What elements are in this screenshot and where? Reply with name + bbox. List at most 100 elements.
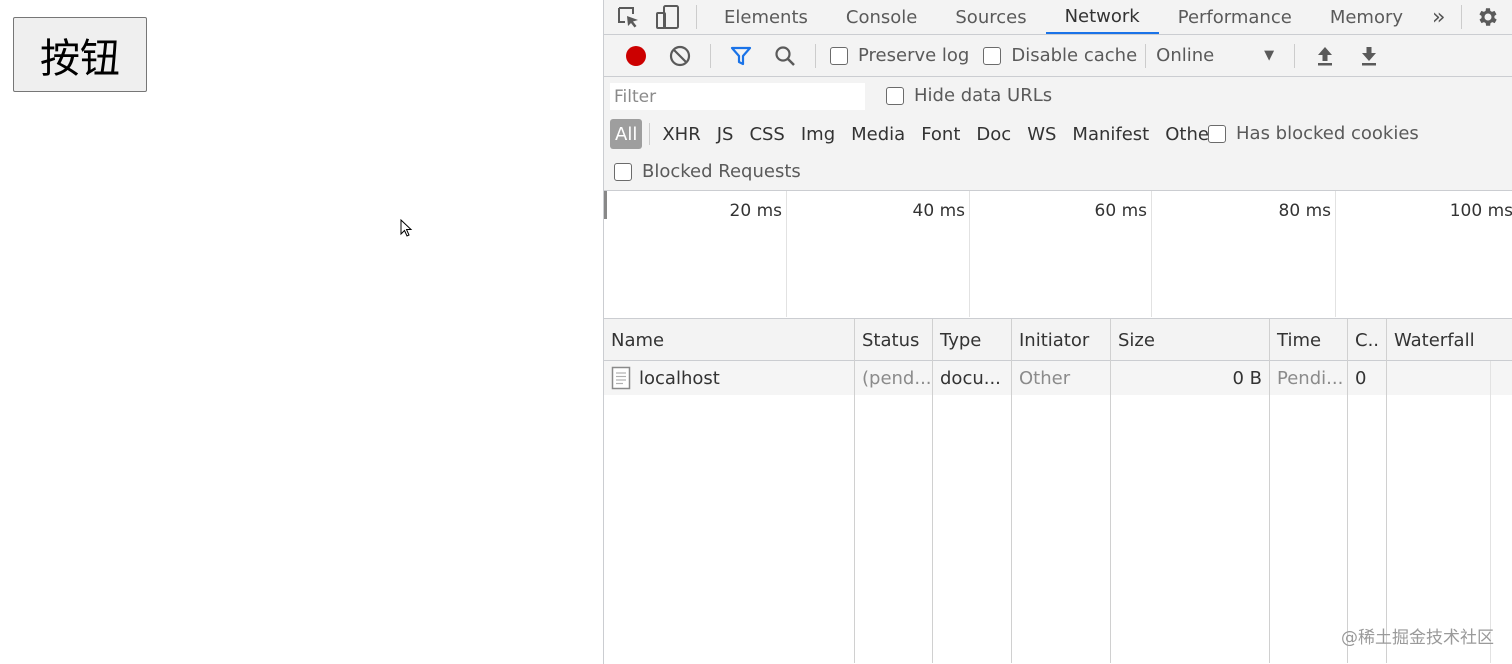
column-header-time[interactable]: Time [1270, 319, 1347, 361]
timeline-tick-label: 60 ms [1094, 201, 1147, 221]
type-filter-css[interactable]: CSS [741, 119, 792, 149]
timeline-overview[interactable]: 20 ms 40 ms 60 ms 80 ms 100 ms [604, 191, 1512, 319]
column-header-initiator[interactable]: Initiator [1012, 319, 1110, 361]
checkbox-box[interactable] [983, 46, 1002, 65]
network-filter-bar: Hide data URLs All XHR JS CSS Img Media … [604, 77, 1512, 191]
column-divider[interactable] [1110, 319, 1111, 663]
throttling-value: Online [1156, 45, 1215, 66]
column-divider[interactable] [932, 319, 933, 663]
divider [815, 43, 816, 68]
type-filter-all[interactable]: All [610, 119, 643, 149]
type-filter-font[interactable]: Font [913, 119, 968, 149]
filter-icon[interactable] [719, 36, 763, 76]
type-filter-media[interactable]: Media [843, 119, 913, 149]
column-header-connection[interactable]: C.. [1348, 319, 1386, 361]
cell-size: 0 B [1232, 367, 1262, 389]
column-divider[interactable] [854, 319, 855, 663]
tab-elements[interactable]: Elements [705, 0, 827, 34]
cell-name: localhost [604, 361, 854, 395]
divider [649, 123, 651, 145]
inspect-element-icon[interactable] [608, 0, 648, 34]
cell-initiator: Other [1019, 367, 1071, 389]
record-button[interactable] [614, 36, 658, 76]
preserve-log-checkbox[interactable]: Preserve log [830, 45, 969, 66]
has-blocked-cookies-checkbox[interactable]: Has blocked cookies [1208, 123, 1419, 144]
type-filter-doc[interactable]: Doc [968, 119, 1019, 149]
filter-input[interactable] [610, 83, 865, 110]
waterfall-gridline [1490, 361, 1491, 663]
page-button[interactable]: 按钮 [13, 17, 147, 92]
tab-performance[interactable]: Performance [1159, 0, 1311, 34]
timeline-division: 100 ms [1336, 191, 1512, 317]
timeline-tick-label: 100 ms [1449, 201, 1512, 221]
checkbox-box[interactable] [830, 46, 848, 65]
column-divider[interactable] [1011, 319, 1012, 663]
export-har-icon[interactable] [1347, 36, 1391, 76]
column-header-name[interactable]: Name [604, 319, 854, 361]
import-har-icon[interactable] [1303, 36, 1347, 76]
timeline-tick-label: 20 ms [729, 201, 782, 221]
divider [696, 5, 697, 29]
throttling-select[interactable]: Online ▼ [1156, 45, 1286, 66]
document-icon [611, 366, 631, 390]
search-icon[interactable] [763, 36, 807, 76]
hide-data-urls-checkbox[interactable]: Hide data URLs [886, 85, 1052, 106]
tab-network[interactable]: Network [1045, 0, 1159, 34]
table-row[interactable]: localhost (pend... docu... Other 0 B Pen… [604, 361, 1512, 395]
watermark: @稀土掘金技术社区 [1341, 628, 1494, 648]
cell-connection: 0 [1355, 367, 1367, 389]
column-divider[interactable] [1386, 319, 1387, 663]
preserve-log-label: Preserve log [858, 45, 970, 66]
column-header-waterfall[interactable]: Waterfall [1387, 319, 1512, 361]
hide-data-urls-label: Hide data URLs [914, 85, 1053, 106]
column-header-status[interactable]: Status [855, 319, 932, 361]
chevron-down-icon: ▼ [1264, 48, 1275, 63]
cell-status: (pend... [862, 367, 932, 389]
checkbox-box[interactable] [886, 86, 904, 105]
more-tabs-button[interactable]: » [1422, 0, 1455, 34]
divider [1294, 43, 1296, 68]
mouse-cursor-icon [400, 219, 413, 237]
divider [1145, 43, 1147, 68]
network-toolbar: Preserve log Disable cache Online ▼ [604, 35, 1512, 77]
type-filter-js[interactable]: JS [709, 119, 742, 149]
page-viewport: 按钮 [0, 0, 603, 664]
timeline-division: 40 ms [787, 191, 970, 317]
cell-waterfall [1387, 361, 1512, 395]
request-name: localhost [639, 367, 720, 389]
checkbox-box[interactable] [614, 162, 632, 181]
resource-type-filters: All XHR JS CSS Img Media Font Doc WS Man… [610, 119, 1224, 149]
blocked-requests-checkbox[interactable]: Blocked Requests [614, 161, 801, 182]
type-filter-img[interactable]: Img [793, 119, 843, 149]
disable-cache-checkbox[interactable]: Disable cache [983, 45, 1137, 66]
divider [1461, 5, 1462, 29]
tab-memory[interactable]: Memory [1311, 0, 1422, 34]
devtools-panel: Elements Console Sources Network Perform… [603, 0, 1512, 664]
column-divider[interactable] [1269, 319, 1270, 663]
settings-gear-icon[interactable] [1453, 0, 1500, 34]
type-filter-ws[interactable]: WS [1019, 119, 1064, 149]
requests-table: Name Status Type Initiator Size Time C..… [604, 319, 1512, 663]
clear-icon[interactable] [658, 36, 702, 76]
devtools-tabbar: Elements Console Sources Network Perform… [604, 0, 1512, 35]
has-blocked-cookies-label: Has blocked cookies [1236, 123, 1419, 144]
tab-console[interactable]: Console [827, 0, 936, 34]
timeline-division: 20 ms [604, 191, 787, 317]
column-divider[interactable] [1347, 319, 1348, 663]
timeline-division: 80 ms [1152, 191, 1336, 317]
timeline-tick-label: 40 ms [912, 201, 965, 221]
type-filter-xhr[interactable]: XHR [654, 119, 708, 149]
table-header: Name Status Type Initiator Size Time C..… [604, 319, 1512, 361]
checkbox-box[interactable] [1208, 124, 1226, 143]
tab-sources[interactable]: Sources [936, 0, 1045, 34]
timeline-division: 60 ms [970, 191, 1152, 317]
cell-type: docu... [940, 367, 1001, 389]
device-toolbar-icon[interactable] [648, 0, 688, 34]
timeline-tick-label: 80 ms [1278, 201, 1331, 221]
type-filter-manifest[interactable]: Manifest [1064, 119, 1157, 149]
column-header-type[interactable]: Type [933, 319, 1011, 361]
column-header-size[interactable]: Size [1111, 319, 1269, 361]
blocked-requests-label: Blocked Requests [642, 161, 801, 182]
disable-cache-label: Disable cache [1011, 45, 1138, 66]
cell-time: Pendi... [1277, 367, 1344, 389]
